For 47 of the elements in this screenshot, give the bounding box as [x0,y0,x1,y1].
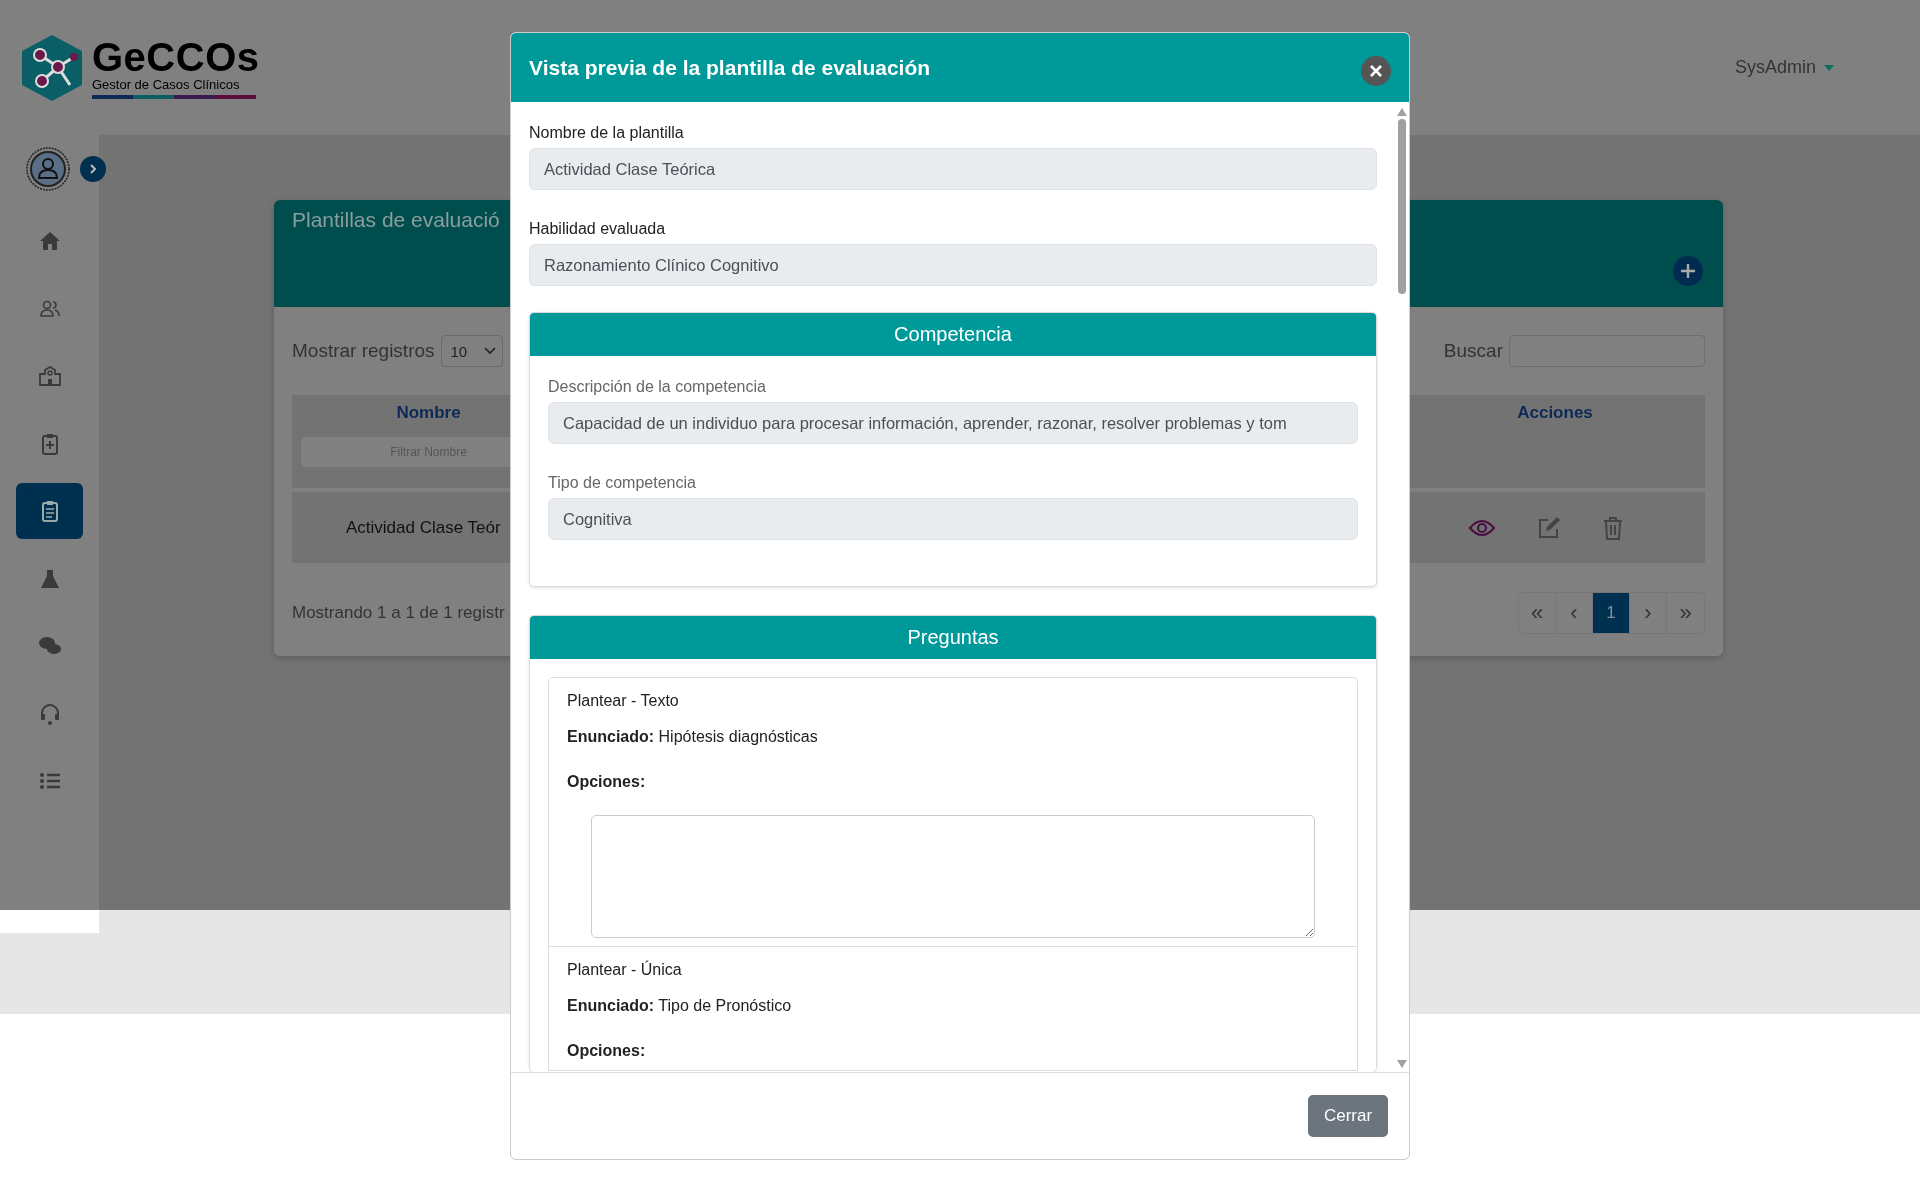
column-title: Acciones [1517,403,1593,423]
logo-icon [20,32,84,103]
plus-icon [1680,263,1696,279]
close-dialog-button[interactable]: Cerrar [1308,1095,1388,1137]
caret-icon [1824,64,1834,71]
input-field[interactable]: Cognitiva [548,498,1358,540]
question-type: Plantear - Texto [567,691,680,711]
field-label: Tipo de competencia [548,474,697,492]
chevron-down-icon [483,347,496,355]
question-statement: Enunciado: Tipo de Pronóstico [567,996,793,1016]
close-icon [1369,63,1383,78]
input-field[interactable]: Razonamiento Clínico Cognitivo [529,244,1377,286]
scroll-down-icon[interactable] [1397,1060,1407,1068]
search-label: Buscar [1443,340,1503,362]
page-button[interactable]: 1 [1593,593,1630,633]
question-type: Plantear - Única [567,959,683,980]
scroll-up-icon[interactable] [1397,108,1407,116]
options-label: Opciones: [567,772,647,792]
logo-title: GeCCOs [92,36,260,77]
scroll-thumb[interactable] [1398,119,1406,294]
input-field[interactable]: Capacidad de un individuo para procesar información, aprender, razonar, resolver problemas y tom [548,402,1358,444]
field-label: Nombre de la plantilla [529,124,685,142]
eye-icon[interactable] [1468,517,1496,538]
building-icon [36,363,63,389]
card-title: Plantillas de evaluació [292,208,500,232]
user-menu[interactable]: SysAdmin [1734,57,1834,78]
field-label: Habilidad evaluada [529,220,667,238]
chevron-right-icon [87,163,98,175]
length-label: Mostrar registros [292,340,435,362]
expand-button[interactable] [79,156,106,182]
options-label: Opciones: [567,1041,647,1061]
add-button[interactable] [1673,256,1703,286]
trash-icon[interactable] [1602,514,1624,541]
column-title: Nombre [396,403,461,423]
modal-title: Vista previa de la plantilla de evaluación [529,55,931,80]
sidebar-item[interactable] [16,483,83,539]
table-info: Mostrando 1 a 1 de 1 registr [292,603,505,623]
logo-subtitle: Gestor de Casos Clínicos [92,76,241,93]
section-header: Preguntas [530,616,1376,659]
section-header: Competencia [530,313,1376,356]
question-statement: Enunciado: Hipótesis diagnósticas [567,727,819,747]
avatar-icon [25,147,70,191]
length-select[interactable]: 10 [440,335,503,367]
field-label: Descripción de la competencia [548,378,767,396]
close-button[interactable] [1361,55,1391,86]
edit-icon[interactable] [1536,514,1562,541]
input-field[interactable]: Actividad Clase Teórica [529,148,1377,190]
